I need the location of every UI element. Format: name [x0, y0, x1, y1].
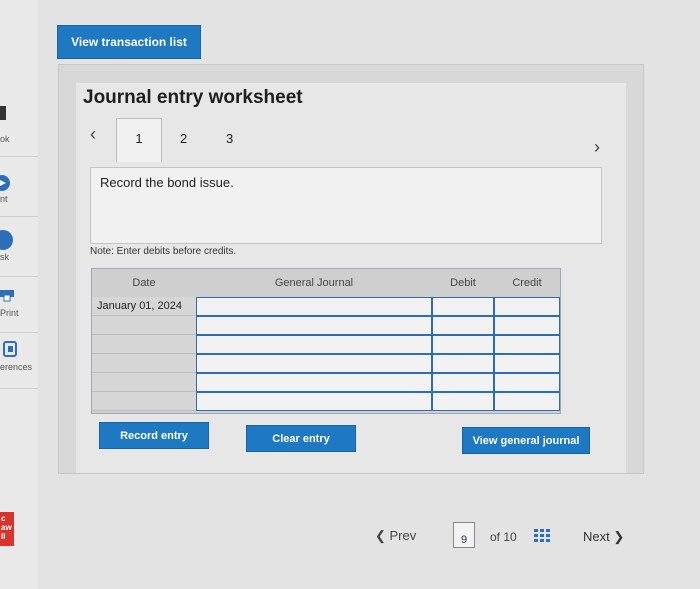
left-sidebar: ok nt sk Print erences c aw II: [0, 0, 38, 589]
account-input[interactable]: [196, 335, 432, 354]
grid-icon[interactable]: [534, 529, 550, 543]
sidebar-item-label: sk: [0, 252, 9, 262]
note-text: Note: Enter debits before credits.: [90, 246, 237, 257]
debit-input[interactable]: [432, 354, 494, 373]
chevron-right-icon: ❯: [609, 529, 625, 544]
account-input[interactable]: [196, 392, 432, 411]
tab-2[interactable]: 2: [180, 131, 187, 146]
credit-input[interactable]: [494, 297, 560, 316]
column-header-date: Date: [132, 277, 156, 289]
sidebar-item-ask[interactable]: sk: [0, 220, 38, 277]
badge-line: c: [1, 514, 6, 523]
date-cell[interactable]: [92, 316, 196, 335]
clear-entry-button[interactable]: Clear entry: [246, 425, 356, 452]
record-entry-button[interactable]: Record entry: [99, 422, 209, 449]
date-cell[interactable]: [92, 354, 196, 373]
debit-input[interactable]: [432, 373, 494, 392]
page-total: of 10: [490, 530, 517, 544]
next-tab-chevron-icon[interactable]: ›: [594, 137, 600, 158]
print-icon: [0, 286, 16, 307]
sidebar-item-label: nt: [0, 194, 8, 204]
debit-input[interactable]: [432, 316, 494, 335]
account-input[interactable]: [196, 316, 432, 335]
page-number-box[interactable]: 9: [453, 522, 475, 548]
sidebar-item-label: erences: [0, 362, 33, 372]
credit-input[interactable]: [494, 335, 560, 354]
badge-line: aw: [1, 523, 12, 532]
journal-table: Date General Journal Debit Credit Januar…: [91, 268, 561, 414]
prev-page-button[interactable]: ❮ Prev: [375, 528, 416, 544]
date-cell[interactable]: January 01, 2024: [92, 297, 196, 316]
date-cell[interactable]: [92, 335, 196, 354]
sidebar-item-print[interactable]: Print: [0, 276, 38, 333]
badge-line: II: [1, 532, 6, 541]
debit-input[interactable]: [432, 392, 494, 411]
chevron-left-icon: ❮: [375, 528, 390, 543]
sidebar-item-label: ok: [0, 134, 10, 144]
account-input[interactable]: [196, 373, 432, 392]
sidebar-item-references[interactable]: erences: [0, 332, 38, 389]
next-label: Next: [583, 529, 610, 544]
tab-label: 1: [135, 131, 143, 146]
account-input[interactable]: [196, 297, 432, 316]
debit-input[interactable]: [432, 335, 494, 354]
view-general-journal-button[interactable]: View general journal: [462, 427, 590, 454]
date-cell[interactable]: [92, 392, 196, 411]
sidebar-item-label: Print: [0, 308, 19, 318]
credit-input[interactable]: [494, 392, 560, 411]
column-header-general-journal: General Journal: [274, 277, 354, 289]
mcgraw-hill-badge: c aw II: [0, 512, 14, 546]
credit-input[interactable]: [494, 354, 560, 373]
sidebar-item-ebook[interactable]: ok: [0, 100, 38, 157]
instruction-text: Record the bond issue.: [100, 175, 234, 190]
next-page-button[interactable]: Next ❯: [583, 529, 624, 545]
prev-label: Prev: [389, 528, 417, 543]
date-cell[interactable]: [92, 373, 196, 392]
page-title: Journal entry worksheet: [83, 87, 303, 108]
view-transaction-list-button[interactable]: View transaction list: [57, 25, 201, 59]
tab-1[interactable]: 1: [116, 118, 162, 162]
credit-input[interactable]: [494, 373, 560, 392]
credit-input[interactable]: [494, 316, 560, 335]
debit-input[interactable]: [432, 297, 494, 316]
account-input[interactable]: [196, 354, 432, 373]
main-area: View transaction list Journal entry work…: [38, 0, 700, 589]
book-icon: [0, 106, 10, 125]
references-icon: [0, 340, 20, 363]
sidebar-item-hint[interactable]: nt: [0, 160, 38, 217]
column-header-credit: Credit: [512, 277, 542, 289]
column-header-debit: Debit: [450, 277, 476, 289]
prev-tab-chevron-icon[interactable]: ‹: [90, 124, 96, 145]
tab-3[interactable]: 3: [226, 131, 233, 146]
